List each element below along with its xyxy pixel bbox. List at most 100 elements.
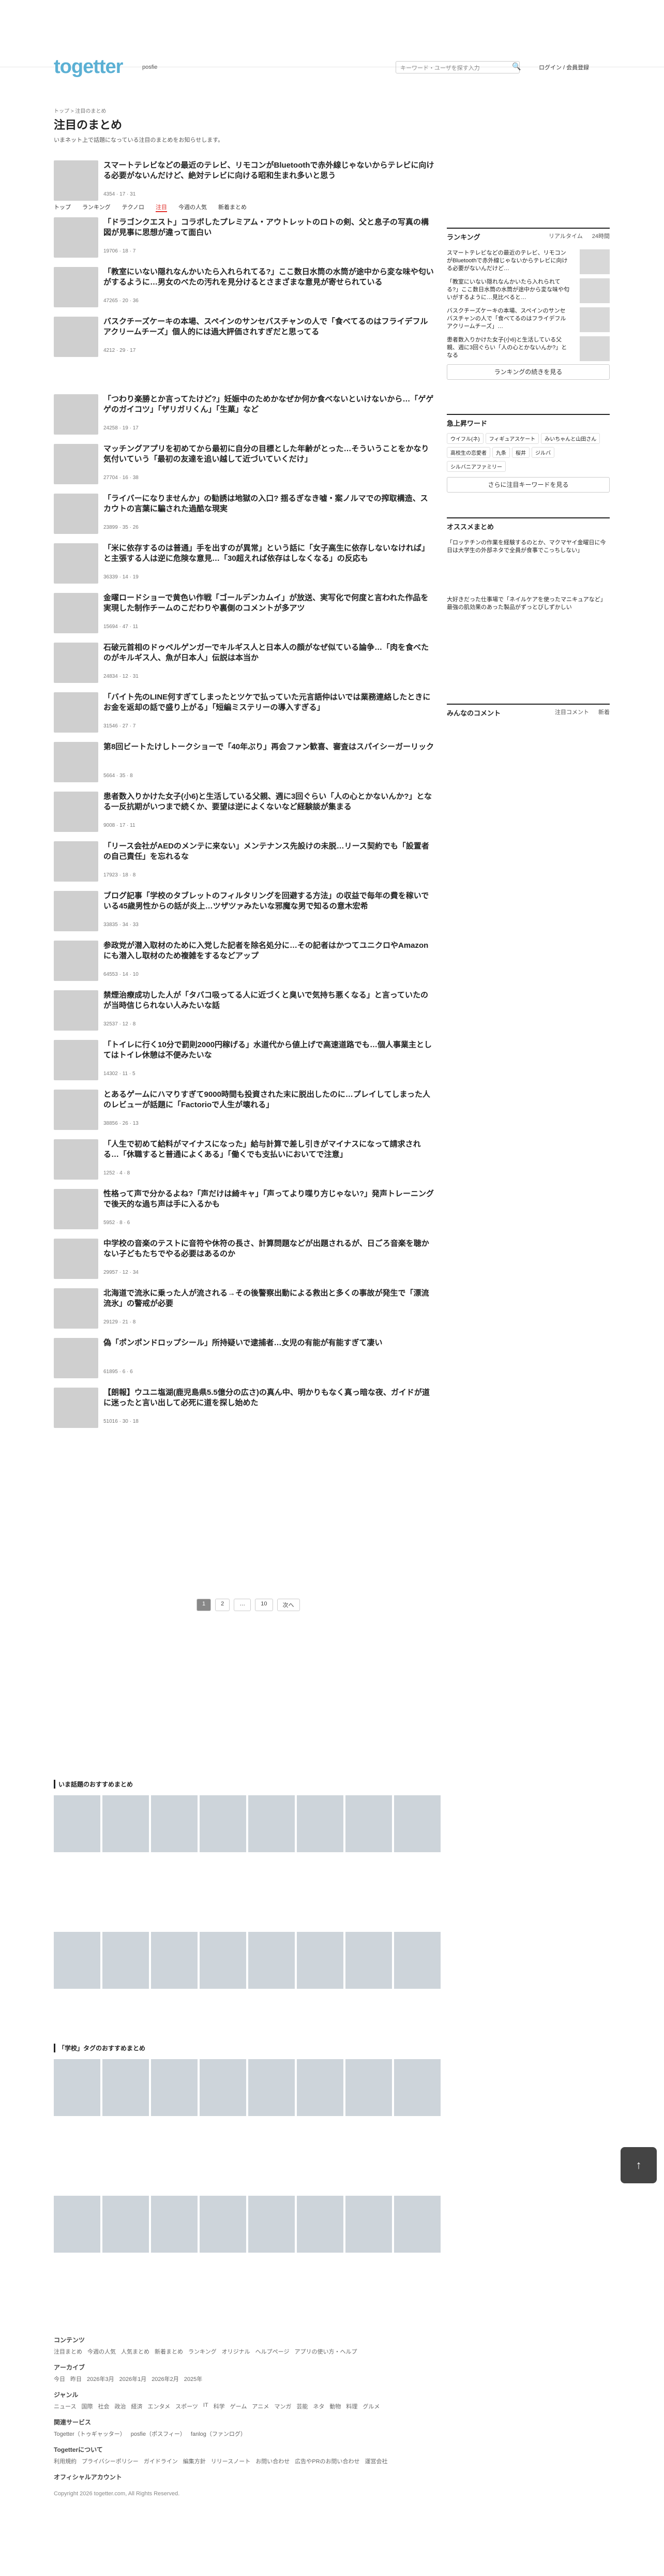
footer-link[interactable]: マンガ	[274, 2402, 291, 2410]
summary-item[interactable]: 「ドラゴンクエスト」コラボしたプレミアム・アウトレットのロトの剣、父と息子の写真…	[54, 217, 436, 262]
footer-link[interactable]: 2026年1月	[119, 2375, 147, 2383]
ranking-item[interactable]: スマートテレビなどの最近のテレビ、リモコンがBluetoothで赤外線じゃないか…	[447, 249, 610, 274]
reco-card[interactable]	[102, 1795, 149, 1930]
summary-item[interactable]: 「米に依存するのは普通」手を出すのが異常」という話に「女子高生に依存しないなけれ…	[54, 543, 436, 588]
summary-thumbnail[interactable]	[54, 643, 98, 683]
reco-card[interactable]	[297, 2059, 343, 2194]
ranking-item[interactable]: 患者数入りかけた女子(小6)と生活している父親、週に3回ぐらい「人の心とかないん…	[447, 336, 610, 361]
summary-item[interactable]: 中学校の音楽のテストに音符や休符の長さ、計算問題などが出題されるが、日ごろ音楽を…	[54, 1239, 436, 1283]
footer-link[interactable]: ヘルプページ	[255, 2347, 290, 2356]
keyword-chip[interactable]: フィギュアスケート	[485, 433, 539, 444]
togetter-logo[interactable]: togetter	[54, 56, 123, 78]
summary-item[interactable]: スマートテレビなどの最近のテレビ、リモコンがBluetoothで赤外線じゃないか…	[54, 160, 436, 205]
summary-thumbnail[interactable]	[54, 494, 98, 534]
summary-thumbnail[interactable]	[54, 742, 98, 782]
footer-link[interactable]: ゲーム	[230, 2402, 247, 2410]
summary-title[interactable]: 「トイレに行く10分で罰則2000円稼げる」水道代から値上げで高速道路でも…個人…	[103, 1040, 434, 1061]
reco-thumbnail[interactable]	[248, 1932, 295, 1989]
reco-thumbnail[interactable]	[200, 1932, 246, 1989]
login-link[interactable]: ログイン / 会員登録	[539, 63, 589, 71]
summary-item[interactable]: バスクチーズケーキの本場、スペインのサンセバスチャンの人で「食べてるのはフライデ…	[54, 317, 436, 361]
reco-thumbnail[interactable]	[102, 2059, 149, 2116]
ranking-more-button[interactable]: ランキングの続きを見る	[447, 364, 610, 380]
reco-thumbnail[interactable]	[54, 1932, 100, 1989]
summary-item[interactable]: 性格って声で分かるよね?「声だけは綺キャ」「声ってより喋り方じゃない?」発声トレ…	[54, 1189, 436, 1233]
footer-link[interactable]: 今週の人気	[87, 2347, 116, 2356]
summary-item[interactable]: とあるゲームにハマりすぎて9000時間も投資された末に脱出したのに…プレイしてし…	[54, 1090, 436, 1134]
footer-link[interactable]: 経済	[131, 2402, 142, 2410]
reco-thumbnail[interactable]	[297, 1932, 343, 1989]
reco-thumbnail[interactable]	[345, 2196, 392, 2253]
summary-title[interactable]: 「教室にいない隠れなんかいたら入れられてる?」ここ数日水筒の水筒が途中から変な味…	[103, 267, 434, 288]
footer-link[interactable]: アニメ	[252, 2402, 269, 2410]
footer-link[interactable]: 国際	[81, 2402, 93, 2410]
breadcrumb[interactable]: トップ > 注目のまとめ	[54, 107, 106, 114]
summary-thumbnail[interactable]	[54, 1288, 98, 1329]
footer-link[interactable]: 広告やPRのお問い合わせ	[295, 2457, 359, 2465]
reco-card[interactable]	[248, 2196, 295, 2330]
reco-thumbnail[interactable]	[394, 1795, 441, 1852]
reco-thumbnail[interactable]	[151, 1932, 198, 1989]
footer-link[interactable]: スポーツ	[175, 2402, 198, 2410]
summary-thumbnail[interactable]	[54, 267, 98, 307]
summary-title[interactable]: ブログ記事「学校のタブレットのフィルタリングを回避する方法」の収益で毎年の費を稼…	[103, 891, 434, 912]
summary-item[interactable]: 禁煙治療成功した人が「タバコ吸ってる人に近づくと臭いで気持ち悪くなる」と言ってい…	[54, 990, 436, 1035]
reco-card[interactable]	[102, 2196, 149, 2330]
reco-thumbnail[interactable]	[151, 1795, 198, 1852]
keyword-chip[interactable]: シルバニアファミリー	[447, 461, 506, 472]
footer-link[interactable]: 運営会社	[365, 2457, 388, 2465]
ranking-item[interactable]: バスクチーズケーキの本場、スペインのサンセバスチャンの人で「食べてるのはフライデ…	[447, 307, 610, 332]
summary-item[interactable]: 「トイレに行く10分で罰則2000円稼げる」水道代から値上げで高速道路でも…個人…	[54, 1040, 436, 1084]
reco-thumbnail[interactable]	[394, 1932, 441, 1989]
reco-thumbnail[interactable]	[248, 2196, 295, 2253]
summary-title[interactable]: 第8回ビートたけしトークショーで「40年ぶり」再会ファン歓喜、審査はスパイシーガ…	[103, 742, 434, 752]
reco-card[interactable]	[345, 2059, 392, 2194]
reco-card[interactable]	[54, 2059, 100, 2194]
summary-title[interactable]: 「ドラゴンクエスト」コラボしたプレミアム・アウトレットのロトの剣、父と息子の写真…	[103, 217, 434, 239]
osusume-item[interactable]: 「ロッテチンの作業を経験するのとか、マクマヤイ金曜日に今日は大学生の外部ネタで全…	[447, 539, 610, 555]
summary-item[interactable]: 「つわり楽勝とか言ってたけど?」妊娠中のためかなぜか何か食べないといけないから……	[54, 394, 436, 439]
ranking-tab-24h[interactable]: 24時間	[592, 232, 610, 240]
summary-thumbnail[interactable]	[54, 990, 98, 1031]
pagination-item[interactable]: …	[234, 1599, 251, 1611]
footer-link[interactable]: 利用規約	[54, 2457, 77, 2465]
reco-thumbnail[interactable]	[297, 1795, 343, 1852]
footer-link[interactable]: ネタ	[313, 2402, 324, 2410]
pagination-item[interactable]: 次へ	[277, 1599, 300, 1611]
keyword-chip[interactable]: ジルバ	[532, 447, 554, 458]
summary-thumbnail[interactable]	[54, 891, 98, 931]
search-input[interactable]: キーワード・ユーザを探す入力	[396, 61, 520, 73]
reco-thumbnail[interactable]	[54, 2059, 100, 2116]
reco-card[interactable]	[200, 2059, 246, 2194]
ranking-thumbnail[interactable]	[580, 278, 610, 303]
footer-link[interactable]: 今日	[54, 2375, 65, 2383]
reco-thumbnail[interactable]	[248, 2059, 295, 2116]
summary-thumbnail[interactable]	[54, 1040, 98, 1080]
reco-thumbnail[interactable]	[54, 1795, 100, 1852]
reco-thumbnail[interactable]	[394, 2059, 441, 2116]
reco-thumbnail[interactable]	[54, 2196, 100, 2253]
footer-link[interactable]: お問い合わせ	[255, 2457, 290, 2465]
pagination-item[interactable]: 10	[255, 1599, 273, 1611]
scroll-top-button[interactable]: ↑	[621, 2147, 657, 2183]
summary-item[interactable]: 北海道で流氷に乗った人が流される→その後警察出動による救出と多くの事故が発生で「…	[54, 1288, 436, 1333]
ranking-item-title[interactable]: スマートテレビなどの最近のテレビ、リモコンがBluetoothで赤外線じゃないか…	[447, 249, 571, 273]
summary-title[interactable]: 禁煙治療成功した人が「タバコ吸ってる人に近づくと臭いで気持ち悪くなる」と言ってい…	[103, 990, 434, 1011]
summary-thumbnail[interactable]	[54, 444, 98, 484]
summary-title[interactable]: バスクチーズケーキの本場、スペインのサンセバスチャンの人で「食べてるのはフライデ…	[103, 317, 434, 338]
summary-thumbnail[interactable]	[54, 543, 98, 584]
footer-link[interactable]: 新着まとめ	[155, 2347, 183, 2356]
footer-link[interactable]: 2025年	[184, 2375, 202, 2383]
summary-title[interactable]: 「ライバーになりませんか」の勧誘は地獄の入口? 揺るぎなき嘘・案ノルマでの搾取構…	[103, 494, 434, 515]
summary-item[interactable]: 偽「ポンポンドロップシール」所持疑いで逮捕者…女児の有能が有能すぎて凄い 6189…	[54, 1338, 436, 1382]
summary-title[interactable]: 金曜ロードショーで黄色い作戦「ゴールデンカムイ」が放送、実写化で何度と言われた作…	[103, 593, 434, 614]
footer-link[interactable]: 注目まとめ	[54, 2347, 82, 2356]
summary-thumbnail[interactable]	[54, 394, 98, 435]
ranking-item-title[interactable]: バスクチーズケーキの本場、スペインのサンセバスチャンの人で「食べてるのはフライデ…	[447, 307, 571, 331]
summary-thumbnail[interactable]	[54, 1239, 98, 1279]
summary-thumbnail[interactable]	[54, 1090, 98, 1130]
summary-title[interactable]: 「人生で初めて給料がマイナスになった」給与計算で差し引きがマイナスになって請求さ…	[103, 1139, 434, 1160]
reco-card[interactable]	[345, 2196, 392, 2330]
footer-link[interactable]: 昨日	[70, 2375, 82, 2383]
reco-thumbnail[interactable]	[200, 1795, 246, 1852]
